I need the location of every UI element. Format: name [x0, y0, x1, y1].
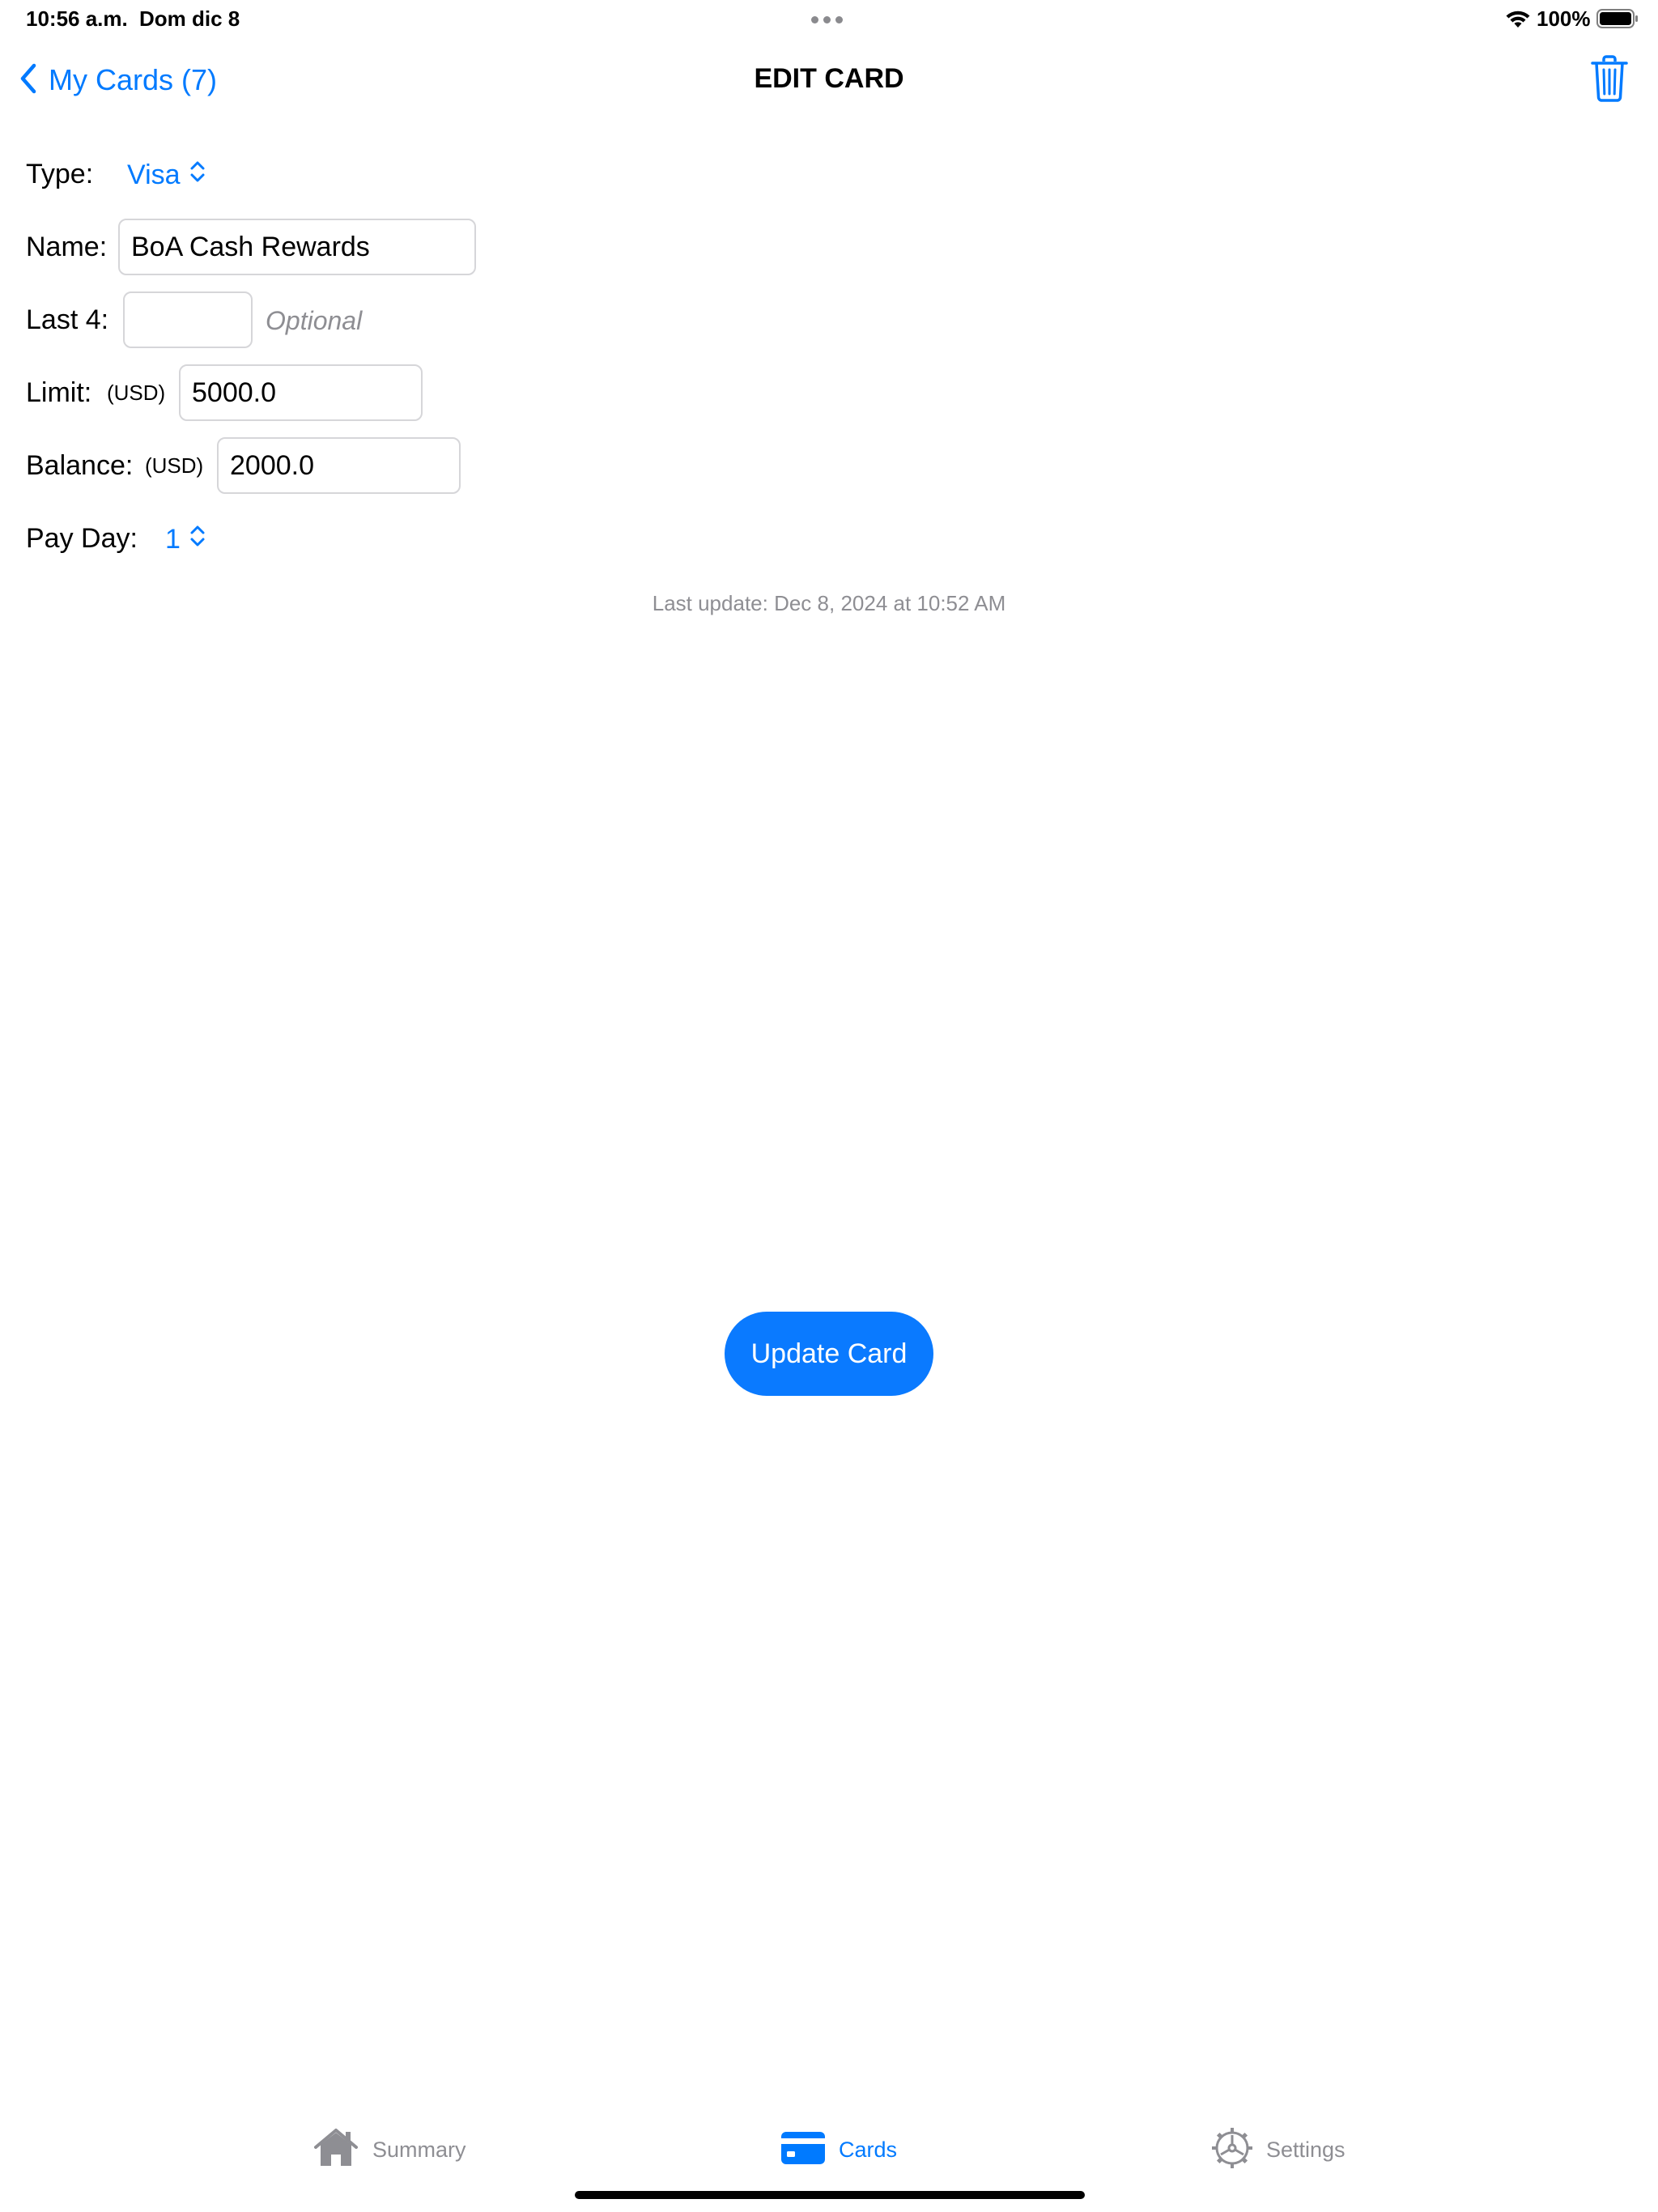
chevron-up-down-icon — [189, 159, 206, 192]
delete-button[interactable] — [1590, 55, 1629, 102]
tab-cards[interactable]: Cards — [780, 2123, 897, 2176]
type-picker-value: Visa — [127, 160, 181, 190]
last-update-text: Last update: Dec 8, 2024 at 10:52 AM — [652, 591, 1006, 615]
chevron-up-down-icon — [189, 523, 206, 556]
wifi-icon — [1504, 8, 1532, 29]
balance-label: Balance: — [26, 450, 134, 481]
tab-settings[interactable]: Settings — [1211, 2123, 1346, 2176]
tab-summary-label: Summary — [372, 2137, 466, 2162]
payday-picker-value: 1 — [165, 524, 181, 555]
credit-card-icon — [780, 2131, 826, 2169]
limit-currency: (USD) — [107, 381, 166, 405]
tab-summary[interactable]: Summary — [312, 2123, 466, 2176]
gear-icon — [1211, 2127, 1253, 2173]
tab-cards-label: Cards — [839, 2137, 898, 2162]
name-field[interactable]: BoA Cash Rewards — [118, 219, 476, 275]
name-label: Name: — [26, 232, 108, 262]
multitasking-dots-icon[interactable] — [811, 13, 850, 23]
battery-percent: 100% — [1537, 6, 1591, 31]
home-indicator[interactable] — [575, 2191, 1085, 2199]
type-label: Type: — [26, 159, 94, 189]
last4-hint: Optional — [266, 306, 363, 335]
page-title: EDIT CARD — [754, 63, 904, 94]
last4-field[interactable] — [123, 291, 253, 348]
last4-label: Last 4: — [26, 304, 109, 335]
house-icon — [312, 2127, 359, 2173]
trash-icon — [1591, 55, 1628, 102]
payday-picker[interactable]: 1 — [165, 523, 206, 556]
limit-field[interactable]: 5000.0 — [179, 364, 423, 421]
limit-label: Limit: — [26, 377, 92, 408]
balance-field[interactable]: 2000.0 — [217, 437, 461, 494]
battery-icon — [1596, 9, 1639, 28]
update-card-button[interactable]: Update Card — [725, 1312, 933, 1396]
payday-label: Pay Day: — [26, 523, 138, 554]
status-date: Dom dic 8 — [139, 6, 240, 31]
type-picker[interactable]: Visa — [127, 159, 206, 192]
tab-settings-label: Settings — [1266, 2137, 1346, 2162]
balance-currency: (USD) — [145, 453, 204, 478]
status-time: 10:56 a.m. — [26, 6, 128, 31]
